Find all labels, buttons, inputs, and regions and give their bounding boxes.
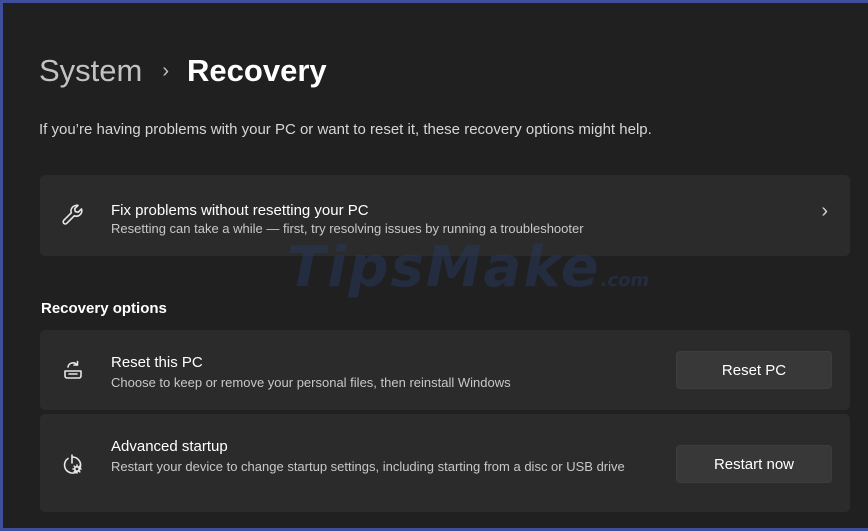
- chevron-right-icon: ›: [821, 200, 828, 222]
- reset-pc-card: Reset this PC Choose to keep or remove y…: [40, 330, 850, 410]
- fix-problems-title: Fix problems without resetting your PC: [111, 202, 369, 219]
- wrench-icon: [60, 202, 86, 228]
- reset-pc-title: Reset this PC: [111, 354, 203, 371]
- reset-pc-icon: [60, 357, 86, 383]
- settings-window: System › Recovery If you’re having probl…: [0, 0, 868, 531]
- restart-now-button[interactable]: Restart now: [676, 445, 832, 483]
- breadcrumb-separator-icon: ›: [162, 60, 170, 82]
- reset-pc-description: Choose to keep or remove your personal f…: [111, 375, 511, 390]
- breadcrumb-system[interactable]: System: [39, 51, 142, 91]
- reset-pc-button[interactable]: Reset PC: [676, 351, 832, 389]
- advanced-startup-description: Restart your device to change startup se…: [111, 459, 625, 474]
- tipsmake-watermark-logo: TipsMake.com: [287, 235, 650, 300]
- page-title: Recovery: [187, 53, 327, 88]
- breadcrumb: System › Recovery: [39, 51, 327, 91]
- advanced-startup-title: Advanced startup: [111, 438, 228, 455]
- section-title-recovery-options: Recovery options: [41, 300, 167, 317]
- page-description: If you’re having problems with your PC o…: [39, 121, 652, 138]
- advanced-startup-icon: [60, 452, 86, 478]
- advanced-startup-card: Advanced startup Restart your device to …: [40, 414, 850, 512]
